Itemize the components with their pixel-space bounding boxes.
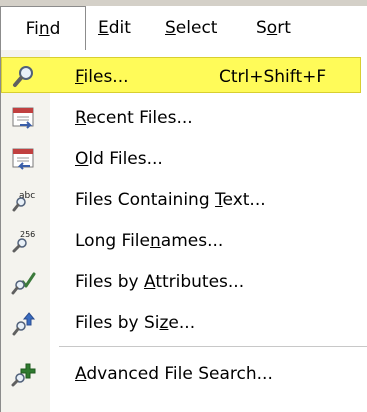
menu-item-label: Long Filenames... [75, 231, 224, 251]
menu-item-files[interactable]: Files... Ctrl+Shift+F [1, 57, 367, 97]
find-menu-screenshot: Find Edit Select Sort Files... Ctrl+Shif… [0, 0, 367, 412]
long-filename-search-icon: 256 [11, 228, 37, 254]
menu-find[interactable]: Find [0, 6, 86, 52]
menu-item-long-filenames[interactable]: 256 Long Filenames... [1, 221, 367, 261]
size-arrow-icon [11, 310, 37, 336]
menu-item-label: Files by Attributes... [75, 272, 245, 292]
menu-item-files-by-attributes[interactable]: Files by Attributes... [1, 262, 367, 302]
find-dropdown-menu: Files... Ctrl+Shift+F Recent Files... Ol… [0, 50, 367, 412]
menu-item-label: Recent Files... [75, 108, 193, 128]
menu-edit[interactable]: Edit [98, 6, 131, 51]
recent-files-calendar-icon [11, 105, 37, 131]
menu-item-shortcut: Ctrl+Shift+F [219, 67, 327, 87]
svg-text:256: 256 [20, 230, 35, 239]
menu-select[interactable]: Select [165, 6, 217, 51]
menu-item-recent-files[interactable]: Recent Files... [1, 98, 367, 138]
magnifier-icon [11, 64, 37, 90]
text-search-icon: abc [11, 187, 37, 213]
menu-item-label: Files Containing Text... [75, 190, 266, 210]
attributes-check-icon [11, 269, 37, 295]
menu-item-advanced-file-search[interactable]: Advanced File Search... [1, 354, 367, 394]
menu-item-label: Files by Size... [75, 313, 196, 333]
menu-separator [59, 346, 367, 347]
menu-sort[interactable]: Sort [256, 6, 291, 51]
menu-item-label: Files... [75, 67, 129, 87]
menubar: Find Edit Select Sort [0, 6, 367, 52]
menu-item-files-by-size[interactable]: Files by Size... [1, 303, 367, 343]
menu-item-label: Old Files... [75, 149, 163, 169]
advanced-search-plus-icon [11, 361, 37, 387]
menu-item-old-files[interactable]: Old Files... [1, 139, 367, 179]
menu-item-label: Advanced File Search... [75, 364, 273, 384]
old-files-calendar-icon [11, 146, 37, 172]
menu-item-files-containing-text[interactable]: abc Files Containing Text... [1, 180, 367, 220]
